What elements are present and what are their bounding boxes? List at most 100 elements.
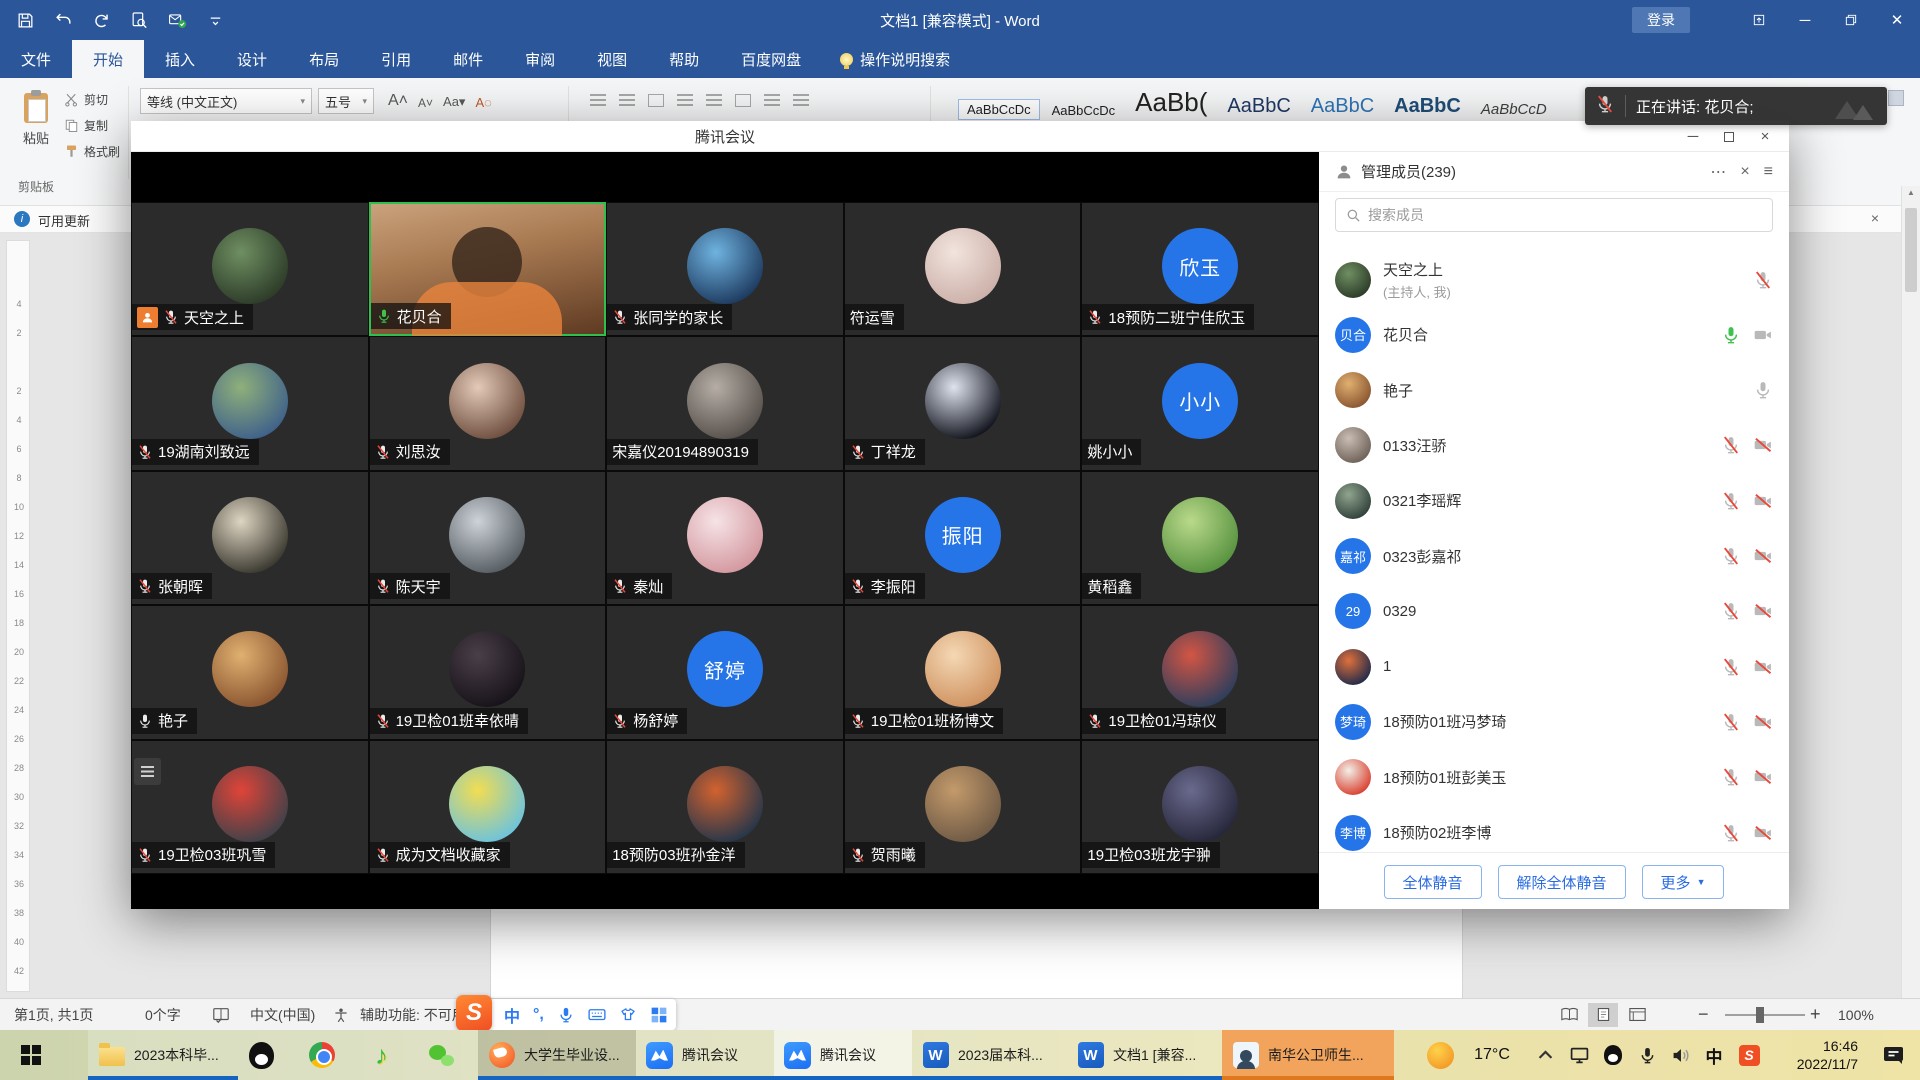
more-ellipsis-icon[interactable]: ⋯ (1710, 162, 1726, 182)
video-tile[interactable]: 19卫检03班巩雪 (131, 740, 369, 874)
video-tile[interactable]: 符运雪 (844, 202, 1082, 336)
video-tile[interactable]: 花贝合 (369, 202, 607, 336)
mic-tray-icon[interactable] (1632, 1030, 1662, 1080)
mic-muted-icon[interactable] (1721, 823, 1741, 843)
keyboard-icon[interactable] (588, 1006, 606, 1024)
camera-muted-icon[interactable] (1753, 601, 1773, 621)
sogou-tray-icon[interactable]: S (1734, 1030, 1764, 1080)
video-tile[interactable]: 艳子 (131, 605, 369, 739)
clipboard-group-label[interactable]: 剪贴板 (18, 178, 54, 195)
ime-zh-mode[interactable]: 中 (504, 1003, 520, 1027)
mic-on-icon[interactable] (1753, 380, 1773, 400)
member-row[interactable]: 0133汪骄 (1319, 418, 1789, 473)
video-tile[interactable]: 18预防03班孙金洋 (606, 740, 844, 874)
change-case-icon[interactable]: Aa▾ (443, 94, 465, 110)
style-preview[interactable]: AaBbC (1219, 93, 1298, 120)
paragraph-tool-icon[interactable] (619, 94, 635, 107)
scrollbar-thumb[interactable] (1905, 208, 1917, 292)
maximize-icon[interactable] (1715, 124, 1743, 150)
zoom-in-icon[interactable]: + (1810, 999, 1821, 1030)
scroll-up-icon[interactable]: ▲ (1902, 188, 1920, 197)
paragraph-tool-icon[interactable] (706, 94, 722, 107)
mic-muted-icon[interactable] (1721, 712, 1741, 732)
mic-muted-icon[interactable] (1721, 767, 1741, 787)
tab-审阅[interactable]: 审阅 (504, 40, 576, 78)
video-tile[interactable]: 天空之上 (131, 202, 369, 336)
style-preview[interactable]: AaBbC (1303, 93, 1382, 120)
paragraph-tool-icon[interactable] (648, 94, 664, 107)
taskbar-clock[interactable]: 16:46 2022/11/7 (1797, 1030, 1858, 1080)
shrink-font-icon[interactable]: A˅ (418, 96, 433, 110)
read-mode-icon[interactable] (1554, 1003, 1584, 1027)
grow-font-icon[interactable]: A˄ (388, 92, 408, 110)
close-icon[interactable]: × (1751, 124, 1779, 150)
camera-muted-icon[interactable] (1753, 435, 1773, 455)
mic-muted-icon[interactable] (1721, 435, 1741, 455)
video-tile[interactable]: 舒婷杨舒婷 (606, 605, 844, 739)
taskbar-item-腾讯会议[interactable]: 腾讯会议 (636, 1030, 774, 1080)
tab-插入[interactable]: 插入 (144, 40, 216, 78)
page-indicator[interactable]: 第1页, 共1页 (14, 999, 93, 1030)
member-list-toggle-icon[interactable] (134, 758, 161, 785)
tab-引用[interactable]: 引用 (360, 40, 432, 78)
member-row[interactable]: 天空之上(主持人, 我) (1319, 252, 1789, 307)
video-tile[interactable]: 秦灿 (606, 471, 844, 605)
style-preview[interactable]: AaBbCcDc (958, 99, 1040, 120)
member-row[interactable]: 1 (1319, 639, 1789, 694)
skin-icon[interactable] (619, 1006, 637, 1024)
video-tile[interactable]: 宋嘉仪20194890319 (606, 336, 844, 470)
member-row[interactable]: 艳子 (1319, 363, 1789, 418)
video-tile[interactable]: 19卫检01班幸依晴 (369, 605, 607, 739)
login-button[interactable]: 登录 (1632, 7, 1690, 33)
taskbar-item-南华公卫师生[interactable]: 南华公卫师生... (1222, 1030, 1394, 1080)
paragraph-tool-icon[interactable] (590, 94, 606, 107)
tell-me-search[interactable]: 操作说明搜索 (822, 40, 968, 78)
video-tile[interactable]: 振阳李振阳 (844, 471, 1082, 605)
more-button[interactable]: 更多▼ (1642, 865, 1725, 899)
camera-muted-icon[interactable] (1753, 767, 1773, 787)
ime-zh-indicator[interactable]: 中 (1700, 1030, 1728, 1080)
zoom-percent[interactable]: 100% (1838, 999, 1874, 1030)
accessibility-status[interactable]: 辅助功能: 不可用 (360, 999, 466, 1030)
restore-up-icon[interactable] (1736, 0, 1782, 40)
camera-muted-icon[interactable] (1753, 712, 1773, 732)
member-row[interactable]: 梦琦18预防01班冯梦琦 (1319, 694, 1789, 749)
infobar-close-icon[interactable]: × (1871, 210, 1879, 226)
action-center-icon[interactable] (1882, 1030, 1906, 1080)
tab-帮助[interactable]: 帮助 (648, 40, 720, 78)
unmute-all-button[interactable]: 解除全体静音 (1498, 865, 1626, 899)
style-preview[interactable]: AaBbC (1386, 93, 1469, 120)
start-button[interactable] (0, 1030, 62, 1080)
chevron-up-icon[interactable] (1530, 1030, 1560, 1080)
paragraph-tool-icon[interactable] (677, 94, 693, 107)
video-tile[interactable]: 成为文档收藏家 (369, 740, 607, 874)
mute-all-button[interactable]: 全体静音 (1384, 865, 1482, 899)
video-tile[interactable]: 小小姚小小 (1081, 336, 1319, 470)
camera-muted-icon[interactable] (1753, 657, 1773, 677)
camera-muted-icon[interactable] (1753, 491, 1773, 511)
vertical-scrollbar[interactable]: ▲ (1901, 186, 1920, 998)
member-row[interactable]: 0321李瑶辉 (1319, 473, 1789, 528)
mic-muted-icon[interactable] (1721, 601, 1741, 621)
member-row[interactable]: 嘉祁0323彭嘉祁 (1319, 529, 1789, 584)
paragraph-tool-icon[interactable] (793, 94, 809, 107)
taskbar-item-腾讯会议[interactable]: 腾讯会议 (774, 1030, 912, 1080)
menu-icon[interactable]: ≡ (1764, 163, 1773, 181)
toolbox-icon[interactable] (650, 1006, 668, 1024)
mic-muted-icon[interactable] (1721, 491, 1741, 511)
tab-开始[interactable]: 开始 (72, 40, 144, 78)
proofing-icon[interactable] (212, 999, 230, 1030)
qq-tray-icon[interactable] (1598, 1030, 1628, 1080)
minimize-icon[interactable]: ─ (1679, 124, 1707, 150)
web-layout-icon[interactable] (1622, 1003, 1652, 1027)
clear-format-icon[interactable]: A◌ (475, 95, 491, 110)
video-tile[interactable]: 19湖南刘致远 (131, 336, 369, 470)
tab-邮件[interactable]: 邮件 (432, 40, 504, 78)
video-tile[interactable]: 张同学的家长 (606, 202, 844, 336)
voice-icon[interactable] (557, 1006, 575, 1024)
style-preview[interactable]: AaBb( (1127, 85, 1215, 120)
video-tile[interactable]: 19卫检03班龙宇翀 (1081, 740, 1319, 874)
taskbar-item-文档1兼容[interactable]: W文档1 [兼容... (1067, 1030, 1222, 1080)
tab-布局[interactable]: 布局 (288, 40, 360, 78)
monitor-icon[interactable] (1564, 1030, 1594, 1080)
